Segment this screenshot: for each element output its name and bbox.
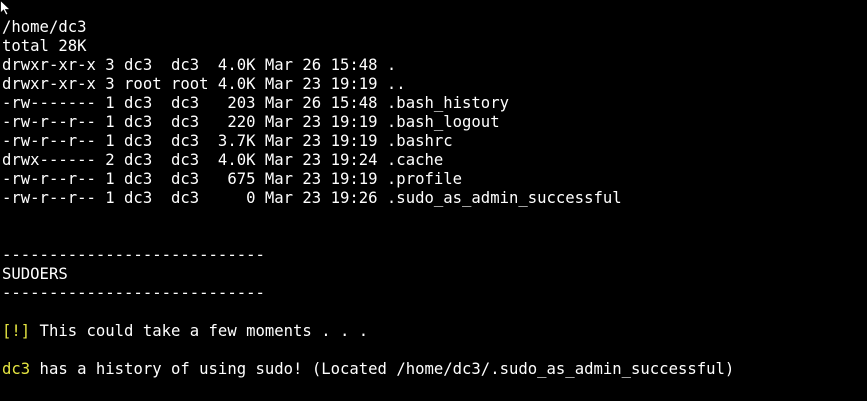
- mouse-pointer-icon: [0, 0, 12, 16]
- total-line: total 28K: [2, 37, 87, 55]
- section-divider-bottom: ----------------------------: [2, 284, 265, 302]
- info-line: [!] This could take a few moments . . .: [2, 322, 865, 341]
- listing-entry: -rw-r--r-- 1 dc3 dc3 3.7K Mar 23 19:19 .…: [2, 132, 453, 150]
- listing-entry: -rw-r--r-- 1 dc3 dc3 675 Mar 23 19:19 .p…: [2, 170, 463, 188]
- finding-user: dc3: [2, 360, 31, 378]
- listing-entry: drwxr-xr-x 3 root root 4.0K Mar 23 19:19…: [2, 75, 406, 93]
- info-text: This could take a few moments . . .: [30, 322, 369, 340]
- listing-entry: drwxr-xr-x 3 dc3 dc3 4.0K Mar 26 15:48 .: [2, 56, 397, 74]
- section-title: SUDOERS: [2, 265, 68, 283]
- section-divider-top: ----------------------------: [2, 246, 265, 264]
- listing-entry: -rw------- 1 dc3 dc3 203 Mar 26 15:48 .b…: [2, 94, 509, 112]
- finding-text: has a history of using sudo! (Located /h…: [30, 360, 735, 378]
- finding-line: dc3 has a history of using sudo! (Locate…: [2, 360, 865, 379]
- listing-entry: drwx------ 2 dc3 dc3 4.0K Mar 23 19:24 .…: [2, 151, 444, 169]
- terminal-output[interactable]: /home/dc3 total 28K drwxr-xr-x 3 dc3 dc3…: [2, 18, 865, 379]
- info-tag: [!]: [2, 322, 31, 340]
- cwd-line: /home/dc3: [2, 18, 87, 36]
- listing-entry: -rw-r--r-- 1 dc3 dc3 220 Mar 23 19:19 .b…: [2, 113, 500, 131]
- listing-entry: -rw-r--r-- 1 dc3 dc3 0 Mar 23 19:26 .sud…: [2, 189, 622, 207]
